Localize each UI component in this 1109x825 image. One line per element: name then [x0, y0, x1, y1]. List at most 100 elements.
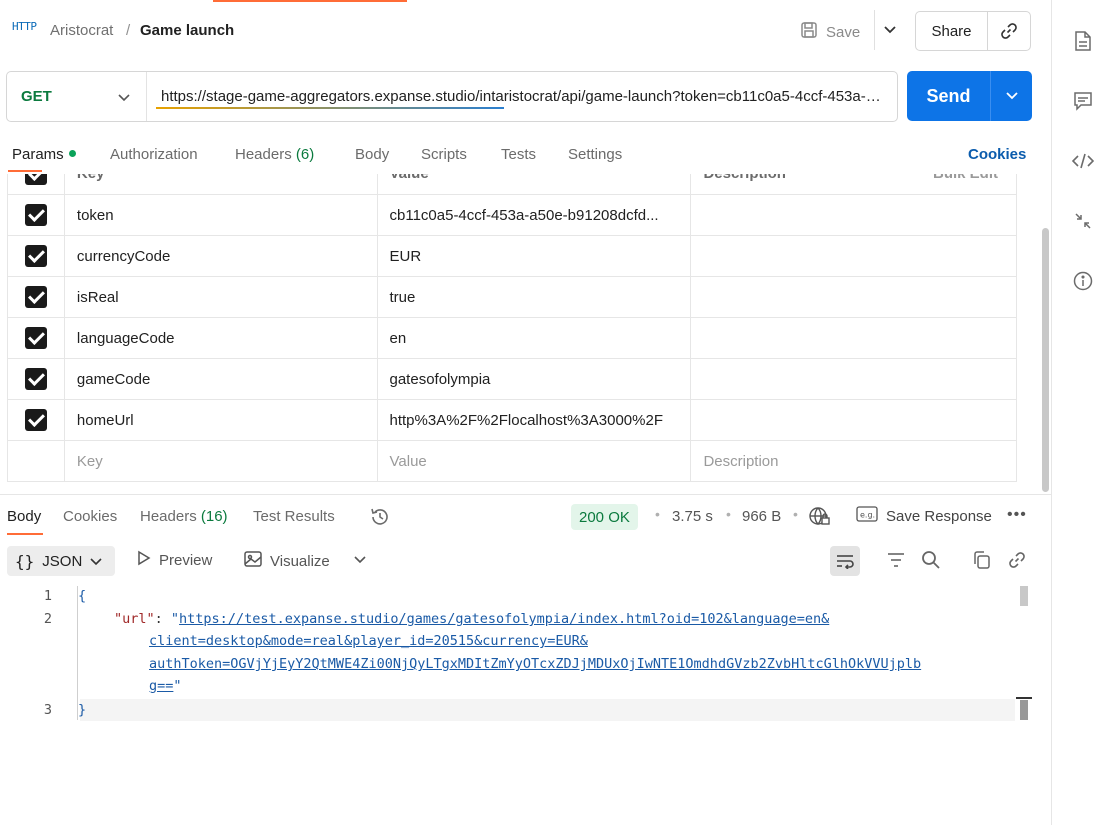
resp-tab-cookies[interactable]: Cookies — [63, 508, 117, 525]
share-group: Share — [915, 11, 1031, 51]
related-collections-icon[interactable] — [1072, 210, 1094, 232]
param-description[interactable] — [690, 399, 1017, 441]
history-icon[interactable] — [369, 506, 391, 532]
share-button[interactable]: Share — [916, 12, 988, 50]
param-key[interactable]: languageCode — [63, 317, 378, 359]
breadcrumb-collection[interactable]: Aristocrat — [50, 22, 113, 39]
json-quote-close: " — [173, 678, 182, 694]
filter-icon[interactable] — [885, 549, 907, 571]
pane-divider[interactable] — [0, 494, 1051, 495]
tab-headers[interactable]: Headers (6) — [235, 146, 314, 163]
param-value[interactable]: gatesofolympia — [376, 358, 692, 400]
params-active-dot — [68, 150, 76, 157]
save-button[interactable]: Save — [800, 18, 860, 46]
param-description[interactable] — [690, 317, 1017, 359]
row-checkbox-cell[interactable] — [7, 358, 65, 400]
row-checkbox[interactable] — [24, 286, 47, 308]
param-description[interactable] — [690, 358, 1017, 400]
json-url-link[interactable]: https://test.expanse.studio/games/gateso… — [179, 611, 829, 627]
status-badge[interactable]: 200 OK — [571, 504, 638, 530]
cookies-link[interactable]: Cookies — [968, 146, 1026, 163]
row-checkbox-cell[interactable] — [7, 194, 65, 236]
documentation-icon[interactable] — [1072, 30, 1094, 52]
param-value[interactable]: en — [376, 317, 692, 359]
resp-tab-test-results[interactable]: Test Results — [253, 508, 335, 525]
param-value[interactable]: http%3A%2F%2Flocalhost%3A3000%2F — [376, 399, 692, 441]
param-key[interactable]: currencyCode — [63, 235, 378, 277]
preview-label: Preview — [159, 551, 213, 569]
param-key[interactable]: isReal — [63, 276, 378, 318]
current-line-highlight — [80, 699, 1015, 721]
chevron-down-icon — [90, 553, 102, 570]
method-select[interactable]: GET — [7, 72, 147, 121]
new-description-input[interactable]: Description — [690, 440, 1017, 482]
tab-settings[interactable]: Settings — [568, 146, 622, 163]
network-globe-icon[interactable] — [808, 505, 830, 531]
row-checkbox[interactable] — [24, 204, 47, 226]
row-checkbox[interactable] — [24, 245, 47, 267]
response-body-viewer[interactable]: 1 2 3 { "url": "https://test.expanse.stu… — [0, 586, 1032, 825]
row-checkbox-cell[interactable] — [7, 276, 65, 318]
preview-button[interactable]: Preview — [137, 550, 212, 570]
more-options-icon[interactable]: ••• — [1007, 506, 1027, 524]
code-scrollbar-thumb[interactable] — [1020, 700, 1028, 720]
right-sidebar — [1051, 0, 1109, 825]
url-bar: GET https://stage-game-aggregators.expan… — [6, 71, 898, 122]
visualize-chevron-icon[interactable] — [349, 549, 371, 571]
response-time[interactable]: 3.75 s — [672, 508, 713, 525]
params-scrollbar[interactable] — [1042, 228, 1049, 492]
row-checkbox[interactable] — [24, 409, 47, 431]
json-url-link-cont[interactable]: authToken=OGVjYjEyY2QtMWE4Zi00NjQyLTgxMD… — [149, 656, 921, 672]
new-value-input[interactable]: Value — [376, 440, 692, 482]
http-icon: HTTP — [12, 20, 37, 33]
json-url-link-cont[interactable]: client=desktop&mode=real&player_id=20515… — [149, 633, 588, 649]
visualize-button[interactable]: Visualize — [244, 550, 330, 572]
param-key[interactable]: gameCode — [63, 358, 378, 400]
param-key[interactable]: homeUrl — [63, 399, 378, 441]
format-select[interactable]: {} JSON — [7, 546, 115, 576]
param-description[interactable] — [690, 235, 1017, 277]
tab-authorization[interactable]: Authorization — [110, 146, 198, 163]
code-scrollbar[interactable] — [1020, 586, 1028, 606]
param-key[interactable]: token — [63, 194, 378, 236]
search-icon[interactable] — [920, 549, 942, 571]
json-open-brace: { — [78, 588, 87, 604]
tab-tests[interactable]: Tests — [501, 146, 536, 163]
json-url-link-cont[interactable]: g== — [149, 678, 173, 694]
comments-icon[interactable] — [1072, 90, 1094, 112]
copy-link-icon[interactable] — [988, 12, 1030, 50]
row-checkbox-cell[interactable] — [7, 235, 65, 277]
response-size[interactable]: 966 B — [742, 508, 781, 525]
tab-params[interactable]: Params — [12, 146, 76, 163]
send-button[interactable]: Send — [907, 71, 991, 121]
select-all-checkbox[interactable] — [24, 174, 47, 185]
new-key-input[interactable]: Key — [63, 440, 378, 482]
resp-tab-headers[interactable]: Headers (16) — [140, 508, 228, 525]
param-value[interactable]: cb11c0a5-4ccf-453a-a50e-b91208dcfd... — [376, 194, 692, 236]
url-input[interactable]: https://stage-game-aggregators.expanse.s… — [161, 88, 889, 105]
row-checkbox[interactable] — [24, 368, 47, 390]
param-description[interactable] — [690, 194, 1017, 236]
row-checkbox[interactable] — [24, 327, 47, 349]
row-checkbox-cell[interactable] — [7, 317, 65, 359]
bulk-edit-button[interactable]: ··· Bulk Edit — [905, 174, 998, 182]
link-icon[interactable] — [1006, 549, 1028, 571]
info-icon[interactable] — [1072, 270, 1094, 292]
save-options-chevron-icon[interactable] — [874, 10, 904, 50]
select-all-cell[interactable] — [7, 174, 65, 195]
param-value[interactable]: EUR — [376, 235, 692, 277]
tab-scripts[interactable]: Scripts — [421, 146, 467, 163]
request-title[interactable]: Game launch — [140, 22, 234, 39]
param-value[interactable]: true — [376, 276, 692, 318]
table-row: gameCode gatesofolympia — [7, 358, 1017, 400]
copy-icon[interactable] — [971, 549, 993, 571]
save-response-button[interactable]: e.g. Save Response — [856, 506, 992, 526]
send-options-chevron-icon[interactable] — [991, 71, 1032, 121]
tab-body[interactable]: Body — [355, 146, 389, 163]
code-icon[interactable] — [1072, 150, 1094, 172]
param-description[interactable] — [690, 276, 1017, 318]
wrap-lines-icon[interactable] — [830, 546, 860, 576]
row-checkbox-cell[interactable] — [7, 399, 65, 441]
request-tabs: Params Authorization Headers (6) Body Sc… — [0, 138, 1040, 174]
resp-tab-body[interactable]: Body — [7, 508, 41, 525]
